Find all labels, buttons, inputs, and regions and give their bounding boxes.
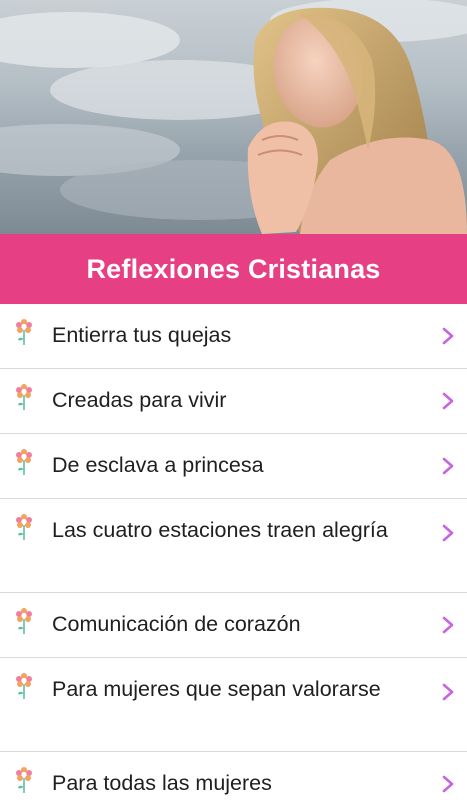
- flower-icon: [16, 673, 32, 699]
- list-item[interactable]: Creadas para vivir: [0, 369, 467, 434]
- chevron-right-icon: [442, 392, 454, 410]
- flower-icon: [16, 384, 32, 410]
- flower-icon: [16, 449, 32, 475]
- flower-icon: [16, 608, 32, 634]
- chevron-right-icon: [442, 616, 454, 634]
- list-item-label: Para todas las mujeres: [52, 771, 272, 795]
- chevron-right-icon: [442, 775, 454, 793]
- chevron-right-icon: [442, 524, 454, 542]
- list-item-label: Entierra tus quejas: [52, 323, 232, 347]
- list-item[interactable]: Entierra tus quejas: [0, 304, 467, 369]
- list-item[interactable]: Comunicación de corazón: [0, 593, 467, 658]
- app-title: Reflexiones Cristianas: [86, 253, 381, 284]
- woman-praying-photo: [0, 0, 467, 234]
- list-item-label: De esclava a princesa: [52, 453, 264, 477]
- list-item[interactable]: Las cuatro estaciones traen alegría: [0, 499, 467, 593]
- list-item-label: Comunicación de corazón: [52, 612, 301, 636]
- list-item-label: Para mujeres que sepan valorarse: [52, 677, 381, 701]
- flower-icon: [16, 767, 32, 793]
- list-item[interactable]: Para todas las mujeres: [0, 752, 467, 812]
- chevron-right-icon: [442, 457, 454, 475]
- flower-icon: [16, 319, 32, 345]
- list-item-label: Las cuatro estaciones traen alegría: [52, 518, 388, 542]
- list-item-label: Creadas para vivir: [52, 388, 227, 412]
- flower-icon: [16, 514, 32, 540]
- chevron-right-icon: [442, 683, 454, 701]
- reflections-list: Entierra tus quejas Creadas para vivir D…: [0, 304, 467, 812]
- list-item[interactable]: Para mujeres que sepan valorarse: [0, 658, 467, 752]
- chevron-right-icon: [442, 327, 454, 345]
- list-item[interactable]: De esclava a princesa: [0, 434, 467, 499]
- header-image: [0, 0, 467, 234]
- app-header-banner: Reflexiones Cristianas: [0, 234, 467, 304]
